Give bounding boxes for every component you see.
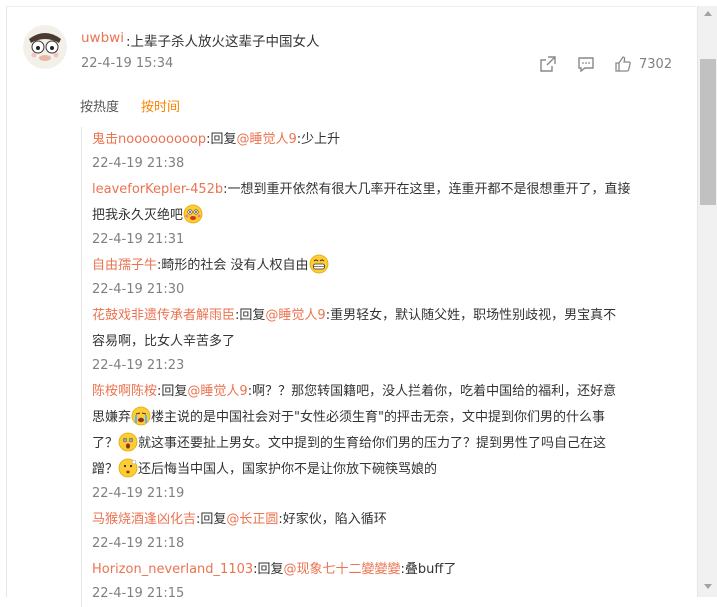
reply-text-cont: 容易啊，比女人辛苦多了 xyxy=(92,334,236,349)
reply-username[interactable]: 马猴烧酒逢凶化吉 xyxy=(92,512,196,527)
wondering-emoji-icon xyxy=(118,458,138,478)
reply-text: :好家伙，陷入循环 xyxy=(278,512,387,527)
comment-icon[interactable] xyxy=(576,54,596,74)
reply-time: 22-4-19 21:18 xyxy=(92,536,185,551)
reply-mention[interactable]: @睡觉人9 xyxy=(265,308,325,323)
post-text: :上辈子杀人放火这辈子中国女人 xyxy=(126,34,320,50)
post-time: 22-4-19 15:34 xyxy=(81,56,174,71)
reply-list: 鬼击nooooooooop:回复@睡觉人9:少上升 22-4-19 21:38 … xyxy=(81,127,692,607)
reply-text-cont: 就这事还要扯上男女。文中提到的生育给你们男的压力了？提到男性了吗自己在这 xyxy=(138,436,607,451)
panel-border xyxy=(6,6,7,597)
reply-text: :重男轻女，默认随父姓，职场性别歧视，男宝真不 xyxy=(325,308,617,323)
crazy-face-emoji-icon xyxy=(183,204,203,224)
reply-item: 马猴烧酒逢凶化吉:回复@长正圆:好家伙，陷入循环 22-4-19 21:18 xyxy=(92,507,692,555)
reply-item: leaveforKepler-452b:一想到重开依然有很大几率开在这里，连重开… xyxy=(92,177,692,251)
post-actions: 7302 xyxy=(538,54,672,74)
reply-mention[interactable]: @睡觉人9 xyxy=(187,384,247,399)
reply-time: 22-4-19 21:23 xyxy=(92,358,185,373)
reply-username[interactable]: 陈桉啊陈桉 xyxy=(92,384,157,399)
reply-text: :叠buff了 xyxy=(400,562,457,577)
reply-time: 22-4-19 21:38 xyxy=(92,156,185,171)
reply-username[interactable]: 自由孺子牛 xyxy=(92,258,157,273)
reply-text: :啊？？那您转国籍吧，没人拦着你，吃着中国给的福利，还好意 xyxy=(247,384,617,399)
post-username[interactable]: uwbwi xyxy=(81,30,124,46)
reply-time: 22-4-19 21:30 xyxy=(92,282,185,297)
scrollbar-thumb[interactable] xyxy=(700,59,716,205)
like-count: 7302 xyxy=(639,56,673,72)
crying-emoji-icon xyxy=(131,406,151,426)
reply-mention[interactable]: @现象七十二變變變 xyxy=(284,562,401,577)
sort-by-time[interactable]: 按时间 xyxy=(141,96,180,115)
reply-username[interactable]: 花鼓戏非遗传承者解雨臣 xyxy=(92,308,235,323)
reply-text-cont: 蹭？ xyxy=(92,462,119,477)
reply-item: 鬼击nooooooooop:回复@睡觉人9:少上升 22-4-19 21:38 xyxy=(92,127,692,175)
sort-tabs: 按热度 按时间 xyxy=(80,96,180,115)
reply-item: 陈桉啊陈桉:回复@睡觉人9:啊？？那您转国籍吧，没人拦着你，吃着中国给的福利，还… xyxy=(92,379,692,505)
reply-text: :畸形的社会 没有人权自由 xyxy=(157,258,309,273)
vertical-scrollbar[interactable] xyxy=(697,6,717,597)
share-icon[interactable] xyxy=(538,54,558,74)
reply-item: Horizon_neverland_1103:回复@现象七十二變變變:叠buff… xyxy=(92,557,692,605)
shocked-emoji-icon xyxy=(118,432,138,452)
avatar[interactable] xyxy=(23,25,67,69)
comment-panel: uwbwi :上辈子杀人放火这辈子中国女人 22-4-19 15:34 7302… xyxy=(0,0,717,607)
reply-text: :一想到重开依然有很大几率开在这里，连重开都不是很想重开了，直接 xyxy=(223,182,631,197)
reply-username[interactable]: leaveforKepler-452b xyxy=(92,182,223,197)
reply-prefix: :回复 xyxy=(253,562,284,577)
reply-prefix: :回复 xyxy=(206,132,237,147)
reply-item: 自由孺子牛:畸形的社会 没有人权自由 22-4-19 21:30 xyxy=(92,253,692,301)
panel-border-top xyxy=(6,6,696,7)
like-icon[interactable] xyxy=(613,54,633,74)
reply-prefix: :回复 xyxy=(157,384,188,399)
reply-time: 22-4-19 21:15 xyxy=(92,586,185,601)
reply-text: :少上升 xyxy=(296,132,341,147)
reply-text-cont: 楼主说的是中国社会对于"女性必须生育"的抨击无奈，文中提到你们男的什么事 xyxy=(151,410,605,425)
reply-time: 22-4-19 21:19 xyxy=(92,486,185,501)
grinning-emoji-icon xyxy=(309,254,329,274)
reply-time: 22-4-19 21:31 xyxy=(92,232,185,247)
reply-text-cont: 了？ xyxy=(92,436,119,451)
reply-mention[interactable]: @睡觉人9 xyxy=(236,132,296,147)
scroll-up-arrow-icon[interactable] xyxy=(698,6,717,20)
scroll-down-arrow-icon[interactable] xyxy=(698,580,717,594)
reply-prefix: :回复 xyxy=(235,308,266,323)
reply-item: 花鼓戏非遗传承者解雨臣:回复@睡觉人9:重男轻女，默认随父姓，职场性别歧视，男宝… xyxy=(92,303,692,377)
reply-username[interactable]: 鬼击nooooooooop xyxy=(92,132,206,147)
reply-text-cont: 把我永久灭绝吧 xyxy=(92,208,184,223)
reply-text-cont: 思嫌弃 xyxy=(92,410,132,425)
reply-mention[interactable]: @长正圆 xyxy=(226,512,278,527)
sort-by-hot[interactable]: 按热度 xyxy=(80,96,119,115)
reply-username[interactable]: Horizon_neverland_1103 xyxy=(92,562,253,577)
reply-text-cont: 还后悔当中国人，国家护你不是让你放下碗筷骂娘的 xyxy=(138,462,438,477)
reply-prefix: :回复 xyxy=(196,512,227,527)
